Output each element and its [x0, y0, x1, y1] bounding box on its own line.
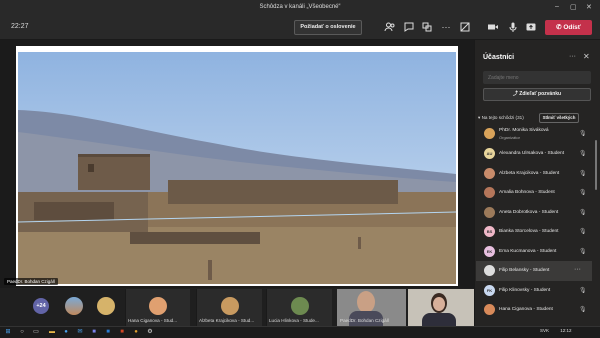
- avatar: [97, 297, 115, 315]
- microphone-off-icon: 🎙: [579, 229, 587, 235]
- language-indicator: SVK: [540, 328, 550, 333]
- avatar: [484, 128, 495, 139]
- microphone-off-icon: 🎙: [579, 170, 587, 177]
- avatar: [484, 206, 495, 218]
- avatar: [291, 297, 309, 315]
- panel-title: Účastníci: [483, 54, 515, 61]
- raise-hand-button[interactable]: Požiadať o oslovenie: [294, 20, 362, 35]
- window-title: Schôdza v kanáli „Všeobecné“: [259, 4, 341, 10]
- avatar: [221, 297, 239, 315]
- meeting-timer: 22:27: [11, 23, 29, 30]
- participant-name: Ema Kucmanova - Student: [499, 248, 557, 254]
- mute-all-button[interactable]: Stlmiť všetkých: [539, 113, 579, 123]
- participant-row[interactable]: Alzbeta Krajcikova - Student 🎙: [476, 164, 592, 184]
- participant-name: Bianka Storcelova - Student: [499, 229, 559, 234]
- participant-row[interactable]: BS Bianka Storcelova - Student 🎙: [476, 222, 592, 242]
- panel-more-button[interactable]: ···: [569, 53, 576, 60]
- tile-name: Hana Ciganova - Stud...: [128, 318, 178, 323]
- clock: 12:12: [560, 328, 572, 333]
- avatar: [484, 304, 495, 315]
- participant-name: PhDr. Monika Siváková: [499, 128, 549, 133]
- section-label: Na tejto schôdzi (31): [481, 115, 524, 120]
- share-invite-button[interactable]: ⤴ Zdieľať pozvánku: [483, 88, 591, 101]
- leave-button[interactable]: ✆ Odísť: [545, 20, 592, 35]
- microphone-off-icon: 🎙: [579, 307, 587, 313]
- participant-row[interactable]: FK Filip Klinovsky - Student 🎙: [476, 281, 592, 301]
- participant-name: Hana Ciganova - Student: [499, 307, 553, 312]
- search-icon[interactable]: ○: [18, 328, 26, 336]
- row-more-button[interactable]: ···: [574, 266, 581, 273]
- minimize-button[interactable]: –: [555, 3, 559, 10]
- self-video[interactable]: [408, 289, 474, 326]
- panel-scrollbar[interactable]: [595, 140, 597, 190]
- avatar: AU: [484, 148, 495, 159]
- participant-name: Aneta Dobrotkova - Student: [499, 209, 559, 215]
- participants-icon[interactable]: [384, 21, 396, 33]
- task-view-icon[interactable]: ▭: [32, 328, 40, 336]
- tile-name: Alzbeta Krajcikova - Stud...: [199, 318, 255, 323]
- microphone-off-icon: 🎙: [579, 209, 587, 216]
- microphone-off-icon: 🎙: [579, 287, 587, 294]
- avatar: [484, 167, 495, 179]
- breakout-rooms-icon[interactable]: [421, 21, 433, 33]
- participant-row[interactable]: Hana Ciganova - Student 🎙: [476, 300, 592, 320]
- microphone-icon[interactable]: [507, 21, 519, 33]
- system-tray[interactable]: SVK 12:12: [540, 328, 572, 333]
- microphone-off-icon: 🎙: [579, 248, 587, 255]
- participant-row[interactable]: Amalia Bohnova - Student 🎙: [476, 183, 592, 203]
- share-screen-icon[interactable]: [525, 21, 537, 33]
- section-header[interactable]: ▾ Na tejto schôdzi (31): [478, 115, 524, 121]
- participant-row[interactable]: PhDr. Monika Siváková Organizátor 🎙: [476, 124, 592, 144]
- file-explorer-icon[interactable]: ▬: [48, 328, 56, 336]
- participant-search-input[interactable]: [483, 71, 591, 84]
- hide-icon[interactable]: [459, 21, 471, 33]
- tile-name: Lucia Hlinkova - Stude...: [269, 318, 319, 323]
- avatar: [484, 265, 495, 276]
- microphone-off-icon: 🎙: [579, 131, 587, 137]
- word-icon[interactable]: ■: [104, 328, 112, 336]
- settings-icon[interactable]: ⚙: [146, 328, 154, 336]
- windows-start-icon[interactable]: ⊞: [4, 328, 12, 336]
- avatar: [484, 187, 495, 198]
- participant-name: Alexandra Ulrsakova - Student: [499, 151, 565, 156]
- avatar: BS: [484, 226, 495, 237]
- participant-row[interactable]: Filip Belansky - Student ···: [476, 261, 592, 281]
- maximize-button[interactable]: ▢: [570, 3, 577, 11]
- panel-close-button[interactable]: ✕: [583, 52, 590, 61]
- avatar: [65, 297, 83, 315]
- share-invite-label: Zdieľať pozvánku: [519, 91, 562, 97]
- shared-landscape-image: [18, 52, 456, 284]
- mail-icon[interactable]: ✉: [76, 328, 84, 336]
- avatar: [149, 297, 167, 315]
- microphone-off-icon: 🎙: [579, 151, 587, 157]
- presenter-label: PaedDr. Bohdan Czigáň: [4, 278, 59, 285]
- chat-icon[interactable]: [403, 21, 415, 33]
- title-bar: Schôdza v kanáli „Všeobecné“ – ▢ ✕: [0, 0, 600, 16]
- participant-row[interactable]: EK Ema Kucmanova - Student 🎙: [476, 242, 592, 262]
- more-participants-button[interactable]: +24: [33, 298, 49, 314]
- participant-row[interactable]: AU Alexandra Ulrsakova - Student 🎙: [476, 144, 592, 164]
- teams-icon[interactable]: ■: [90, 328, 98, 336]
- edge-icon[interactable]: ●: [62, 328, 70, 336]
- camera-icon[interactable]: [487, 21, 499, 33]
- avatar: FK: [484, 284, 495, 296]
- more-actions-icon[interactable]: ···: [440, 21, 452, 33]
- participant-name: Filip Belansky - Student: [499, 268, 550, 273]
- tile-name: PaedDr. Bohdan Czigáň: [340, 318, 390, 323]
- participant-role: Organizátor: [499, 135, 520, 140]
- participant-name: Amalia Bohnova - Student: [499, 190, 555, 195]
- microphone-off-icon: 🎙: [579, 190, 587, 196]
- powerpoint-icon[interactable]: ■: [118, 328, 126, 336]
- participant-name: Filip Klinovsky - Student: [499, 287, 551, 293]
- avatar: EK: [484, 245, 495, 257]
- close-window-button[interactable]: ✕: [586, 3, 592, 11]
- participant-row[interactable]: Aneta Dobrotkova - Student 🎙: [476, 203, 592, 223]
- participant-name: Alzbeta Krajcikova - Student: [499, 170, 560, 176]
- leave-label: Odísť: [563, 24, 581, 31]
- chrome-icon[interactable]: ●: [132, 328, 140, 336]
